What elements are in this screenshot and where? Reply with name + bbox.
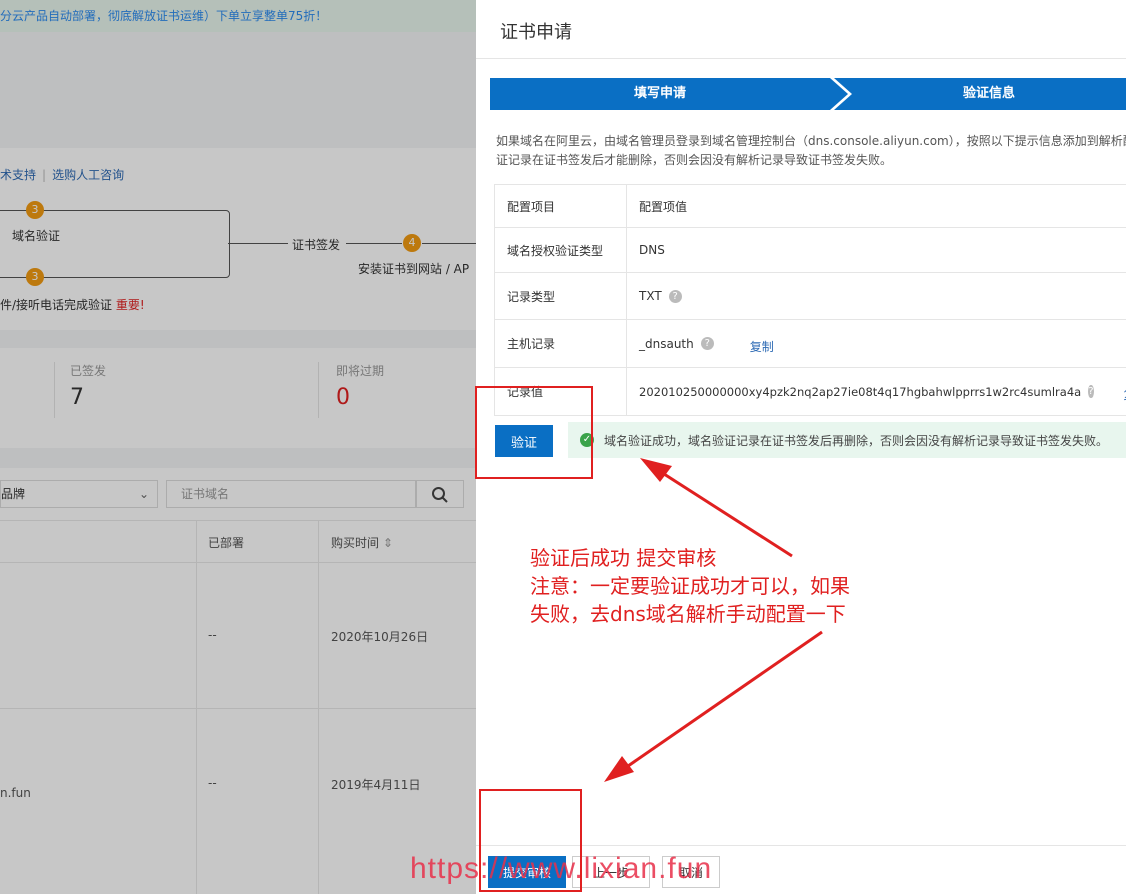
annotation-arrows <box>604 458 823 782</box>
annotation-note: 验证后成功 提交审核 注意：一定要验证成功才可以，如果 失败，去dns域名解析手… <box>530 544 850 628</box>
arrow-to-verify <box>640 458 793 558</box>
arrow-to-submit <box>604 630 823 782</box>
annotation-line-1: 验证后成功 提交审核 <box>530 546 717 570</box>
annotation-line-2: 注意：一定要验证成功才可以，如果 <box>530 574 850 598</box>
watermark-text: https://www.lixian.fun <box>410 852 713 885</box>
annotation-line-3: 失败，去dns域名解析手动配置一下 <box>530 602 846 626</box>
